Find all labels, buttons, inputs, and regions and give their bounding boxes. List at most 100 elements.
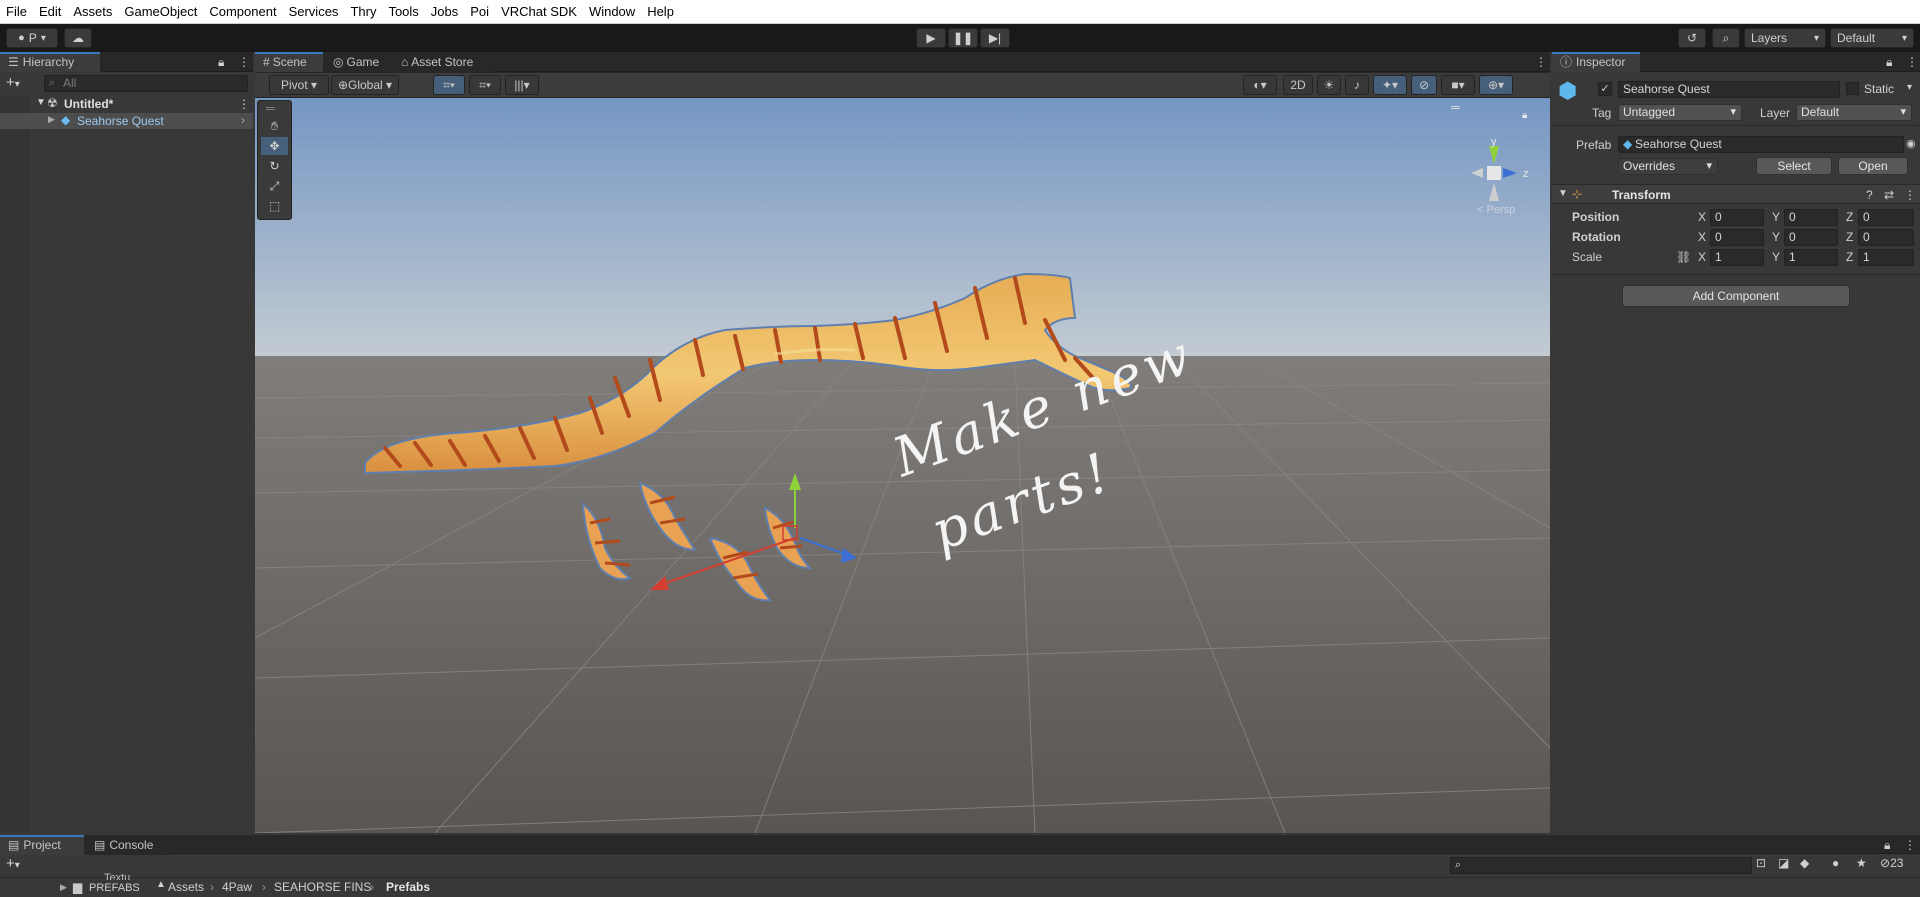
menu-assets[interactable]: Assets — [67, 0, 118, 24]
menu-gameobject[interactable]: GameObject — [118, 0, 203, 24]
audio-toggle[interactable]: ♪ — [1345, 75, 1369, 95]
play-button[interactable]: ▶ — [916, 28, 946, 48]
layers-dropdown[interactable]: Layers ▾ — [1744, 28, 1826, 48]
pivot-dropdown[interactable]: Pivot ▾ — [269, 75, 329, 95]
preset-icon[interactable]: ⇄ — [1884, 188, 1894, 202]
cloud-button[interactable]: ☁ — [64, 28, 92, 48]
chevron-right-icon[interactable]: ▶ — [48, 114, 55, 125]
menu-poi[interactable]: Poi — [464, 0, 495, 24]
rotation-y-input[interactable]: 0 — [1784, 229, 1838, 246]
menu-window[interactable]: Window — [583, 0, 641, 24]
increment-snap-button[interactable]: ⌗▾ — [469, 75, 501, 95]
menu-thry[interactable]: Thry — [344, 0, 382, 24]
overrides-dropdown[interactable]: Overrides — [1618, 158, 1718, 175]
global-dropdown[interactable]: ⊕Global ▾ — [331, 75, 399, 95]
gizmos-button[interactable]: ⊕▾ — [1479, 75, 1513, 95]
position-z-input[interactable]: 0 — [1858, 209, 1914, 226]
more-icon[interactable]: ⋮ — [1535, 55, 1547, 69]
rect-tool[interactable]: ⬚ — [261, 197, 288, 215]
transform-header[interactable]: ▼ ⊹ Transform ? ⇄ ⋮ — [1552, 184, 1920, 204]
position-y-input[interactable]: 0 — [1784, 209, 1838, 226]
layer-dropdown[interactable]: Default — [1796, 104, 1912, 121]
menu-lines-icon[interactable]: ═ — [1451, 100, 1460, 114]
scale-y-input[interactable]: 1 — [1784, 249, 1838, 266]
active-checkbox[interactable]: ✓ — [1598, 82, 1612, 96]
hierarchy-item-seahorse-quest[interactable]: ▶ ◆ Seahorse Quest › — [0, 113, 253, 129]
menu-component[interactable]: Component — [203, 0, 282, 24]
tag-dropdown[interactable]: Untagged — [1618, 104, 1742, 121]
hidden-count-icon[interactable]: ⊘23 — [1880, 856, 1903, 870]
step-button[interactable]: ▶| — [980, 28, 1010, 48]
scale-tool[interactable]: ⤢ — [261, 177, 288, 195]
chevron-up-icon[interactable]: ▲ — [156, 879, 166, 890]
tab-hierarchy[interactable]: ☰ Hierarchy — [0, 52, 100, 72]
search-button[interactable]: ⌕ — [1712, 28, 1740, 48]
chevron-down-icon[interactable]: ▾ — [1907, 82, 1912, 93]
grid-snap-button[interactable]: ⌗▾ — [433, 75, 465, 95]
scene-viewport[interactable]: Make new parts! y z < Persp 🔒︎ ═ ═ ✋︎ ✥ … — [255, 98, 1550, 833]
rotate-tool[interactable]: ↻ — [261, 157, 288, 175]
menu-help[interactable]: Help — [641, 0, 680, 24]
draw-mode-button[interactable]: ◐▾ — [1243, 75, 1277, 95]
menu-tools[interactable]: Tools — [382, 0, 424, 24]
search-by-label-icon[interactable]: ◪ — [1778, 856, 1789, 870]
position-x-input[interactable]: 0 — [1710, 209, 1764, 226]
tab-project[interactable]: ▤ Project — [0, 835, 84, 855]
prefab-field[interactable]: ◆ Seahorse Quest — [1618, 136, 1904, 153]
more-icon[interactable]: ⋮ — [1906, 55, 1918, 69]
breadcrumb-4paw[interactable]: 4Paw — [222, 880, 252, 894]
select-button[interactable]: Select — [1756, 157, 1832, 175]
create-asset-button[interactable]: +▾ — [6, 855, 20, 872]
open-button[interactable]: Open — [1838, 157, 1908, 175]
tab-asset-store[interactable]: ⌂ Asset Store — [393, 52, 493, 72]
layout-dropdown[interactable]: Default ▾ — [1830, 28, 1914, 48]
project-search-input[interactable]: ⌕ — [1450, 857, 1752, 874]
tree-item-textures[interactable]: Textu — [104, 872, 130, 880]
star-icon[interactable]: ★ — [1856, 856, 1867, 870]
scale-z-input[interactable]: 1 — [1858, 249, 1914, 266]
tag-icon[interactable]: ◆ — [1800, 856, 1809, 870]
more-icon[interactable]: ⋮ — [238, 55, 250, 69]
more-icon[interactable]: ⋮ — [1904, 838, 1916, 852]
search-by-type-icon[interactable]: ⊡ — [1756, 856, 1766, 870]
align-button[interactable]: |||▾ — [505, 75, 539, 95]
tab-console[interactable]: ▤ Console — [86, 835, 170, 855]
add-object-button[interactable]: +▾ — [6, 74, 20, 91]
breadcrumb-assets[interactable]: Assets — [168, 880, 204, 894]
scale-x-input[interactable]: 1 — [1710, 249, 1764, 266]
lock-icon[interactable]: 🔒︎ — [1522, 110, 1527, 121]
lock-icon[interactable]: 🔒︎ — [1884, 838, 1890, 853]
account-dropdown[interactable]: ● P ▾ — [6, 28, 58, 48]
visibility-toggle[interactable]: ⊘ — [1411, 75, 1437, 95]
tab-scene[interactable]: # Scene — [255, 52, 323, 72]
tab-game[interactable]: ◎ Game — [325, 52, 391, 72]
object-name-input[interactable]: Seahorse Quest — [1618, 81, 1840, 98]
tab-inspector[interactable]: ⓘ Inspector — [1552, 52, 1640, 72]
pause-button[interactable]: ❚❚ — [948, 28, 978, 48]
rotation-x-input[interactable]: 0 — [1710, 229, 1764, 246]
chevron-down-icon[interactable]: ▼ — [1558, 188, 1568, 199]
more-icon[interactable]: ⋮ — [238, 97, 250, 111]
persp-label[interactable]: < Persp — [1477, 204, 1515, 216]
lock-icon[interactable]: 🔒︎ — [218, 55, 224, 70]
menu-vrchat-sdk[interactable]: VRChat SDK — [495, 0, 583, 24]
tree-item-prefabs[interactable]: PREFABS — [89, 882, 140, 894]
history-button[interactable]: ↺ — [1678, 28, 1706, 48]
palette-handle-icon[interactable]: ═ — [266, 101, 275, 115]
camera-button[interactable]: ■▾ — [1441, 75, 1475, 95]
menu-jobs[interactable]: Jobs — [425, 0, 464, 24]
hand-tool[interactable]: ✋︎ — [261, 117, 288, 135]
link-icon[interactable]: ⛓ — [1676, 250, 1691, 264]
rotation-z-input[interactable]: 0 — [1858, 229, 1914, 246]
menu-file[interactable]: File — [0, 0, 33, 24]
lighting-toggle[interactable]: ☀ — [1317, 75, 1341, 95]
breadcrumb-seahorse-fins[interactable]: SEAHORSE FINS — [274, 880, 371, 894]
static-checkbox[interactable] — [1846, 82, 1859, 95]
target-icon[interactable]: ◉ — [1906, 137, 1916, 150]
menu-services[interactable]: Services — [283, 0, 345, 24]
menu-edit[interactable]: Edit — [33, 0, 67, 24]
2d-toggle[interactable]: 2D — [1283, 75, 1313, 95]
lock-icon[interactable]: 🔒︎ — [1886, 55, 1892, 70]
hierarchy-search-input[interactable]: ⌕ All — [44, 75, 248, 92]
effects-button[interactable]: ✦▾ — [1373, 75, 1407, 95]
